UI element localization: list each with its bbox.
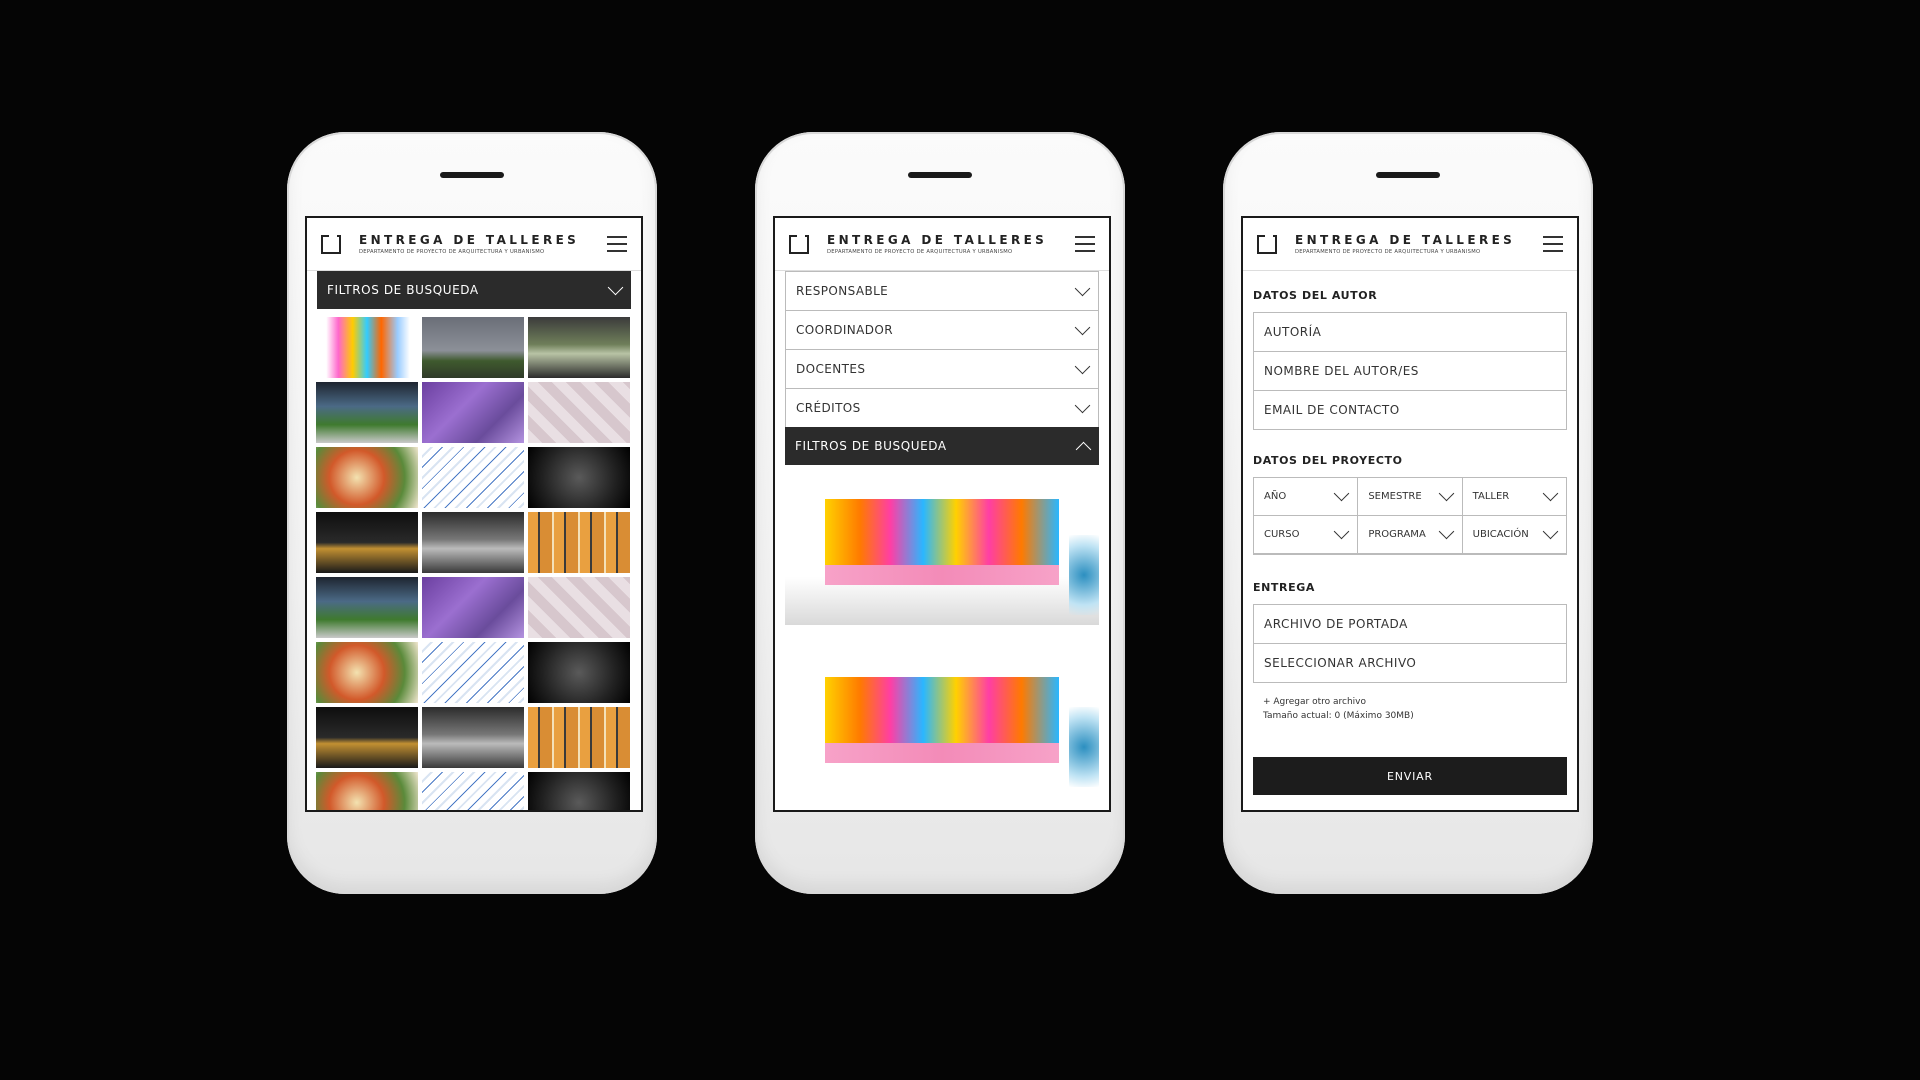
phone-gallery: ENTREGA DE TALLERES DEPARTAMENTO DE PROY… [287,132,657,894]
chevron-down-icon [1074,280,1091,296]
year-select[interactable]: AÑO [1254,478,1359,516]
submit-button[interactable]: ENVIAR [1253,757,1567,795]
author-section-title: DATOS DEL AUTOR [1253,289,1378,302]
project-thumb[interactable] [422,512,524,573]
project-thumb[interactable] [316,317,418,378]
filter-toggle[interactable]: FILTROS DE BUSQUEDA [317,271,631,309]
site-header: ENTREGA DE TALLERES DEPARTAMENTO DE PROY… [307,218,641,271]
menu-icon[interactable] [1075,236,1095,252]
chevron-down-icon [1074,397,1091,413]
select-file-field[interactable]: SELECCIONAR ARCHIVO [1253,643,1567,683]
form-screen: ENTREGA DE TALLERES DEPARTAMENTO DE PROY… [1241,216,1579,812]
author-name-field[interactable]: NOMBRE DEL AUTOR/ES [1253,351,1567,390]
project-thumb[interactable] [422,772,524,810]
accordion-creditos[interactable]: CRÉDITOS [785,388,1099,427]
chevron-up-icon [1075,441,1092,457]
accordion-coordinador[interactable]: COORDINADOR [785,310,1099,349]
email-field[interactable]: EMAIL DE CONTACTO [1253,390,1567,430]
chevron-down-icon [1438,523,1454,540]
project-image[interactable] [785,465,1099,625]
project-thumb[interactable] [528,772,630,810]
workshop-select[interactable]: TALLER [1462,478,1567,516]
select-label: PROGRAMA [1368,529,1426,540]
project-thumb[interactable] [528,642,630,703]
gallery-screen: ENTREGA DE TALLERES DEPARTAMENTO DE PROY… [305,216,643,812]
project-thumb[interactable] [422,447,524,508]
select-label: AÑO [1264,491,1287,502]
menu-icon[interactable] [607,236,627,252]
project-thumb[interactable] [422,317,524,378]
project-thumb[interactable] [528,577,630,638]
project-thumb[interactable] [316,382,418,443]
chevron-down-icon [1074,358,1091,374]
logo-icon[interactable] [321,234,341,254]
project-thumb[interactable] [528,382,630,443]
filter-label: FILTROS DE BUSQUEDA [795,439,947,453]
filter-toggle[interactable]: FILTROS DE BUSQUEDA [785,427,1099,465]
phone-speaker [908,172,972,178]
select-label: TALLER [1472,491,1510,502]
site-subtitle: DEPARTAMENTO DE PROYECTO DE ARQUITECTURA… [359,249,545,255]
accordion-label: COORDINADOR [796,323,893,337]
project-thumb[interactable] [528,317,630,378]
project-thumb[interactable] [316,447,418,508]
phone-speaker [1376,172,1440,178]
add-file-link[interactable]: + Agregar otro archivo [1243,683,1577,707]
accordion-responsable[interactable]: RESPONSABLE [785,271,1099,310]
project-thumb[interactable] [316,707,418,768]
chevron-down-icon [1542,485,1559,502]
chevron-down-icon [1542,523,1559,540]
cover-file-field[interactable]: ARCHIVO DE PORTADA [1253,604,1567,643]
site-subtitle: DEPARTAMENTO DE PROYECTO DE ARQUITECTURA… [827,249,1013,255]
select-label: CURSO [1264,529,1300,540]
chevron-down-icon [1334,485,1350,502]
project-thumb[interactable] [528,447,630,508]
phone-speaker [440,172,504,178]
project-image[interactable] [785,637,1099,797]
site-header: ENTREGA DE TALLERES DEPARTAMENTO DE PROY… [1243,218,1577,271]
project-thumb[interactable] [316,577,418,638]
accordion-label: RESPONSABLE [796,284,889,298]
project-thumb[interactable] [528,512,630,573]
phone-filters: ENTREGA DE TALLERES DEPARTAMENTO DE PROY… [755,132,1125,894]
project-thumb[interactable] [528,707,630,768]
site-title: ENTREGA DE TALLERES [1295,233,1516,247]
location-select[interactable]: UBICACIÓN [1462,516,1567,554]
menu-icon[interactable] [1543,236,1563,252]
accordion-docentes[interactable]: DOCENTES [785,349,1099,388]
project-thumb[interactable] [316,512,418,573]
size-note: Tamaño actual: 0 (Máximo 30MB) [1263,711,1414,721]
chevron-down-icon [1438,485,1454,502]
select-label: UBICACIÓN [1472,529,1529,540]
filter-label: FILTROS DE BUSQUEDA [327,283,479,297]
delivery-section-title: ENTREGA [1253,581,1315,594]
course-select[interactable]: CURSO [1254,516,1359,554]
project-thumb[interactable] [422,382,524,443]
site-subtitle: DEPARTAMENTO DE PROYECTO DE ARQUITECTURA… [1295,249,1481,255]
project-grid [307,309,641,810]
chevron-down-icon [607,279,624,295]
logo-icon[interactable] [1257,234,1277,254]
site-title: ENTREGA DE TALLERES [359,233,580,247]
select-label: SEMESTRE [1368,491,1422,502]
project-section-title: DATOS DEL PROYECTO [1253,454,1403,467]
autoria-field[interactable]: AUTORÍA [1253,312,1567,351]
program-select[interactable]: PROGRAMA [1358,516,1463,554]
accordion-label: CRÉDITOS [796,401,861,415]
project-thumb[interactable] [316,772,418,810]
project-thumb[interactable] [316,642,418,703]
site-title: ENTREGA DE TALLERES [827,233,1048,247]
semester-select[interactable]: SEMESTRE [1358,478,1463,516]
accordion-label: DOCENTES [796,362,866,376]
logo-icon[interactable] [789,234,809,254]
chevron-down-icon [1074,319,1091,335]
site-header: ENTREGA DE TALLERES DEPARTAMENTO DE PROY… [775,218,1109,271]
project-selects: AÑO SEMESTRE TALLER CURSO PROGRAMA UBICA… [1253,477,1567,555]
project-thumb[interactable] [422,707,524,768]
phone-form: ENTREGA DE TALLERES DEPARTAMENTO DE PROY… [1223,132,1593,894]
project-thumb[interactable] [422,577,524,638]
project-thumb[interactable] [422,642,524,703]
filters-screen: ENTREGA DE TALLERES DEPARTAMENTO DE PROY… [773,216,1111,812]
chevron-down-icon [1334,523,1350,540]
